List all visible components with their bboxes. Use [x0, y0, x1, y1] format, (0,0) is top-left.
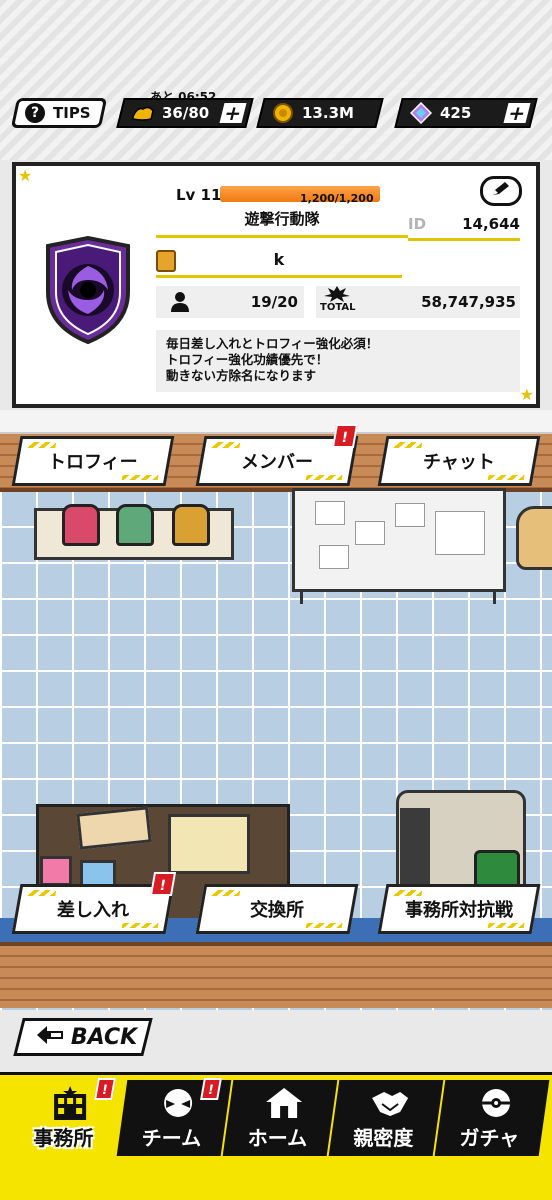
- member-notify-badge: !: [331, 424, 359, 448]
- agency-battle-button[interactable]: 事務所対抗戦: [377, 884, 541, 934]
- hazard-stripe: [121, 475, 159, 480]
- stamina-arm-icon: [130, 102, 156, 124]
- total-label: TOTAL: [320, 302, 356, 313]
- agency-level: Lv 11: [176, 186, 222, 204]
- stamina-value: 36/80: [162, 104, 210, 122]
- nav-item-home[interactable]: ホーム: [222, 1080, 338, 1156]
- gift-button-label: 差し入れ: [57, 900, 129, 921]
- whiteboard: [292, 488, 506, 592]
- total-power-value: 58,747,935: [421, 293, 516, 311]
- pencil-icon: [490, 180, 512, 202]
- character-sprite[interactable]: [516, 506, 552, 570]
- agency-info-card: ★ ★ Lv 11 1,200/1,200 遊撃行動隊 ID 14,644 k: [12, 162, 540, 408]
- gem-icon: [408, 102, 434, 124]
- id-value: 14,644: [462, 215, 520, 233]
- coin-counter: 13.3M: [256, 98, 384, 128]
- hazard-stripe: [305, 475, 343, 480]
- total-power: TOTAL 58,747,935: [316, 286, 520, 318]
- cake-box: [76, 806, 152, 850]
- nav-label-affinity: 親密度: [353, 1126, 414, 1150]
- exp-text: 1,200/1,200: [300, 192, 374, 205]
- question-icon: ?: [25, 103, 45, 123]
- tips-button[interactable]: ? TIPS: [10, 98, 108, 128]
- leader-row: k: [156, 246, 402, 278]
- handshake-icon: [370, 1086, 410, 1120]
- coin-icon: [270, 102, 296, 124]
- exchange-button-label: 交換所: [250, 900, 304, 921]
- gem-value: 425: [440, 104, 472, 122]
- stamina-counter: 36/80 +: [116, 98, 254, 128]
- board-note: [355, 521, 385, 545]
- whiteboard-stand: [300, 590, 496, 604]
- trophy-gold[interactable]: [172, 504, 210, 546]
- board-note: [395, 503, 425, 527]
- hazard-stripe: [211, 890, 241, 896]
- hazard-stripe: [487, 923, 525, 928]
- gacha-capsule-icon: [476, 1086, 516, 1120]
- hazard-stripe: [393, 442, 423, 448]
- tips-label: TIPS: [53, 104, 91, 122]
- trophy-button-label: トロフィー: [48, 452, 138, 473]
- wall-window-strip: [0, 410, 552, 434]
- trophy-button[interactable]: トロフィー: [11, 436, 175, 486]
- member-count-value: 19/20: [250, 293, 298, 311]
- member-count: 19/20: [156, 286, 304, 318]
- id-label: ID: [408, 215, 427, 233]
- back-button[interactable]: BACK: [13, 1018, 153, 1056]
- hazard-stripe: [305, 923, 343, 928]
- stamina-plus-button[interactable]: +: [219, 101, 247, 125]
- id-underline: [408, 238, 520, 241]
- gift-notify-badge: !: [149, 872, 177, 896]
- description-line: トロフィー強化功績優先で！: [166, 352, 329, 367]
- trophy-green[interactable]: [116, 504, 154, 546]
- board-poster: [435, 511, 485, 555]
- chat-button[interactable]: チャット: [377, 436, 541, 486]
- corner-star-icon: ★: [18, 166, 33, 185]
- agency-emblem: [40, 235, 136, 345]
- back-arrow-icon: [35, 1024, 65, 1050]
- hazard-stripe: [487, 475, 525, 480]
- nav-label-team: チーム: [141, 1126, 202, 1150]
- edit-button[interactable]: [480, 176, 522, 206]
- agency-battle-button-label: 事務所対抗戦: [405, 900, 513, 921]
- trophy-red[interactable]: [62, 504, 100, 546]
- team-mask-icon: [158, 1086, 198, 1120]
- hazard-stripe: [211, 442, 241, 448]
- hazard-stripe: [121, 923, 159, 928]
- office-building-icon: [50, 1086, 90, 1120]
- nav-label-gacha: ガチャ: [459, 1126, 520, 1150]
- nav-item-gacha[interactable]: ガチャ: [434, 1080, 550, 1156]
- description-line: 毎日差し入れとトロフィー強化必須！: [166, 336, 379, 351]
- agency-id: ID 14,644: [408, 210, 520, 238]
- board-note: [315, 501, 345, 525]
- member-button-label: メンバー: [241, 452, 313, 473]
- wood-floor-panel: [0, 942, 552, 1008]
- coin-value: 13.3M: [302, 104, 354, 122]
- nav-item-affinity[interactable]: 親密度: [328, 1080, 444, 1156]
- description-line: 動きない方除名になります: [166, 368, 317, 383]
- hazard-stripe: [27, 890, 57, 896]
- chat-button-label: チャット: [423, 452, 495, 473]
- nav-label-office: 事務所: [33, 1126, 94, 1150]
- board-note: [319, 545, 349, 569]
- agency-description: 毎日差し入れとトロフィー強化必須！ トロフィー強化功績優先で！ 動きない方除名に…: [156, 330, 520, 392]
- gem-counter: 425 +: [394, 98, 538, 128]
- agency-name: 遊撃行動隊: [156, 208, 408, 238]
- leader-name: k: [273, 250, 285, 269]
- exchange-button[interactable]: 交換所: [195, 884, 359, 934]
- gem-plus-button[interactable]: +: [503, 101, 531, 125]
- top-bar: ? TIPS あと 06:52 36/80 + 13.3M 425 +: [0, 0, 552, 160]
- snack-box: [168, 814, 250, 874]
- back-label: BACK: [71, 1024, 138, 1050]
- corner-star-icon: ★: [519, 385, 534, 404]
- person-icon: [170, 291, 190, 317]
- total-burst-icon: TOTAL: [320, 286, 356, 313]
- home-icon: [264, 1086, 304, 1120]
- gift-box-pink: [40, 856, 72, 886]
- nav-label-home: ホーム: [247, 1126, 308, 1150]
